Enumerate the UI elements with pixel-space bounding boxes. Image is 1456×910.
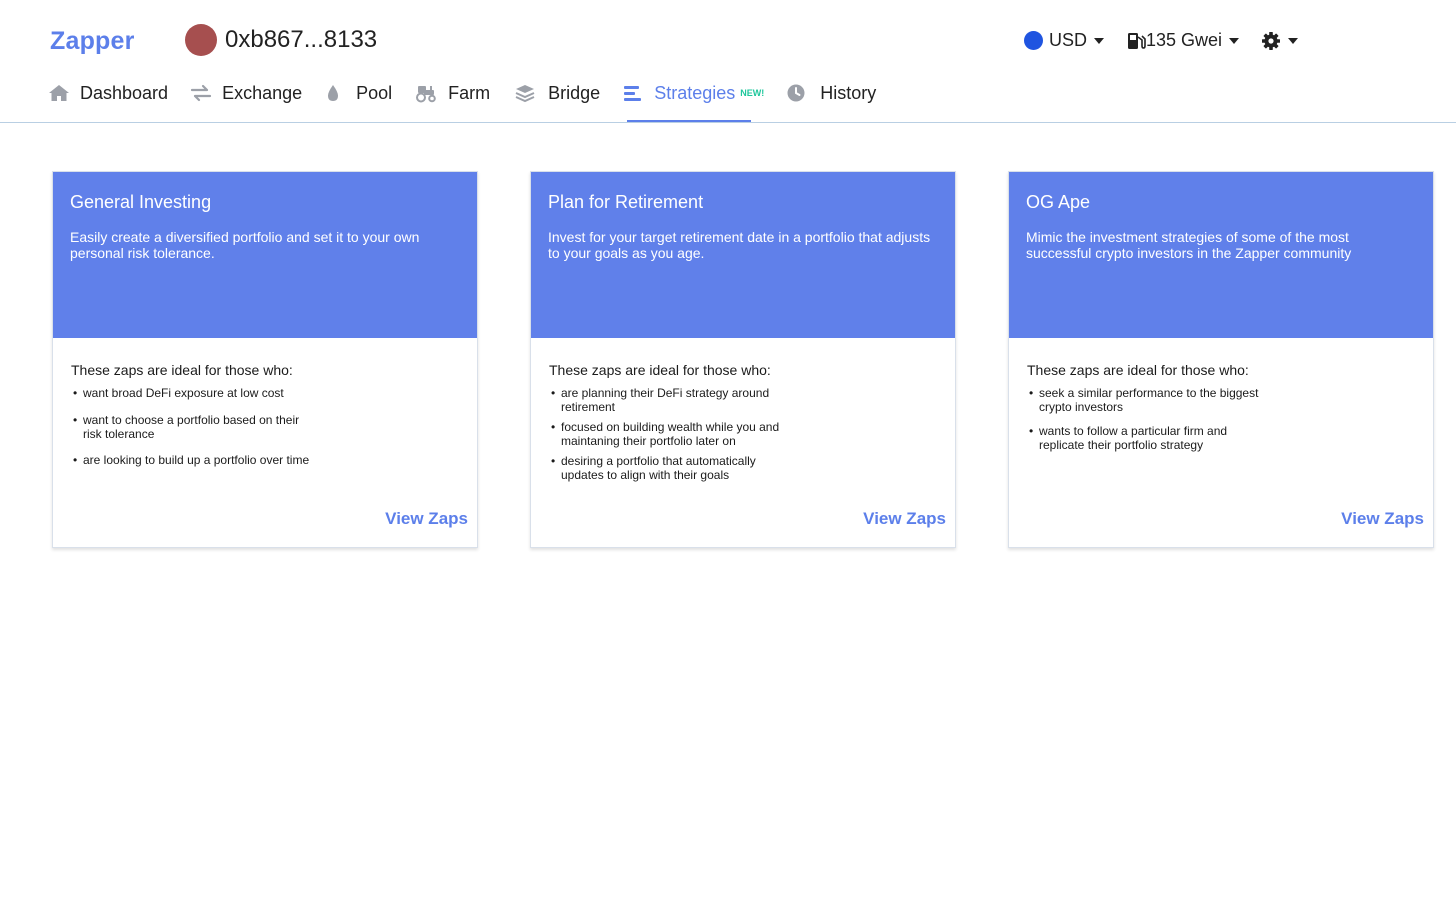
home-icon [49,85,69,101]
strategy-card: OG Ape Mimic the investment strategies o… [1008,171,1434,548]
nav-exchange[interactable]: Exchange [190,78,302,108]
gas-label: 135 Gwei [1146,30,1223,50]
card-description: Easily create a diversified portfolio an… [70,229,420,261]
nav-farm[interactable]: Farm [414,78,490,108]
card-body: These zaps are ideal for those who: want… [53,338,477,467]
list-item: are planning their DeFi strategy around … [549,386,791,414]
currency-label: USD [1049,30,1088,50]
settings-button[interactable] [1261,31,1299,51]
chevron-down-icon [1229,37,1240,44]
gear-icon [1262,31,1281,50]
view-zaps-button[interactable]: View Zaps [385,509,468,529]
card-description: Mimic the investment strategies of some … [1026,229,1352,261]
tractor-icon [416,86,436,103]
card-header: General Investing Easily create a divers… [53,172,477,338]
card-title: OG Ape [1026,192,1091,212]
nav-label: Dashboard [80,82,169,103]
main-nav: Dashboard Exchange Pool Farm Bridge Stra… [48,78,898,108]
nav-bridge[interactable]: Bridge [512,78,600,108]
list-item: desiring a portfolio that automatically … [549,454,791,482]
nav-label: Pool [356,82,393,103]
wallet-address: 0xb867...8133 [225,26,378,53]
card-body: These zaps are ideal for those who: are … [531,338,955,482]
top-right-controls: USD 135 Gwei [1024,30,1320,51]
nav-strategies[interactable]: Strategies NEW! [622,78,764,108]
card-title: General Investing [70,192,212,212]
nav-label: History [820,82,877,103]
account-button[interactable]: 0xb867...8133 [185,24,377,56]
card-title: Plan for Retirement [548,192,704,212]
strategy-card: Plan for Retirement Invest for your targ… [530,171,956,548]
nav-label: Bridge [548,82,601,103]
arrows-icon [190,84,212,102]
ideal-list: are planning their DeFi strategy around … [549,386,937,482]
ideal-list: seek a similar performance to the bigges… [1027,386,1415,452]
chevron-down-icon [1094,37,1105,44]
nav-label: Exchange [222,82,303,103]
zapper-logo[interactable]: Zapper [50,27,135,56]
view-zaps-button[interactable]: View Zaps [863,509,946,529]
nav-history[interactable]: History [786,78,876,108]
header-divider [0,122,1456,123]
list-item: want broad DeFi exposure at low cost [71,386,313,400]
ideal-heading: These zaps are ideal for those who: [1027,362,1249,378]
avatar [185,24,217,56]
list-item: wants to follow a particular firm and re… [1027,424,1269,452]
layers-icon [515,85,535,103]
ideal-list: want broad DeFi exposure at low cost wan… [71,386,459,467]
droplet-icon [328,85,339,101]
ideal-heading: These zaps are ideal for those who: [71,362,293,378]
new-badge: NEW! [740,88,765,98]
nav-label: Strategies [654,82,736,103]
currency-select[interactable]: USD [1024,30,1105,51]
nav-dashboard[interactable]: Dashboard [48,78,168,108]
card-description: Invest for your target retirement date i… [548,229,931,261]
nav-label: Farm [448,82,491,103]
list-item: want to choose a portfolio based on thei… [71,413,313,441]
currency-dot-icon [1024,31,1043,50]
gas-select[interactable]: 135 Gwei [1126,30,1240,51]
list-item: seek a similar performance to the bigges… [1027,386,1269,414]
bars-icon [624,86,642,101]
chevron-down-icon [1288,37,1299,44]
strategy-card: General Investing Easily create a divers… [52,171,478,548]
list-item: focused on building wealth while you and… [549,420,791,448]
card-body: These zaps are ideal for those who: seek… [1009,338,1433,452]
list-item: are looking to build up a portfolio over… [71,453,313,467]
card-header: Plan for Retirement Invest for your targ… [531,172,955,338]
nav-pool[interactable]: Pool [324,78,392,108]
view-zaps-button[interactable]: View Zaps [1341,509,1424,529]
clock-icon [787,84,805,102]
ideal-heading: These zaps are ideal for those who: [549,362,771,378]
card-header: OG Ape Mimic the investment strategies o… [1009,172,1433,338]
gas-pump-icon [1128,32,1146,49]
